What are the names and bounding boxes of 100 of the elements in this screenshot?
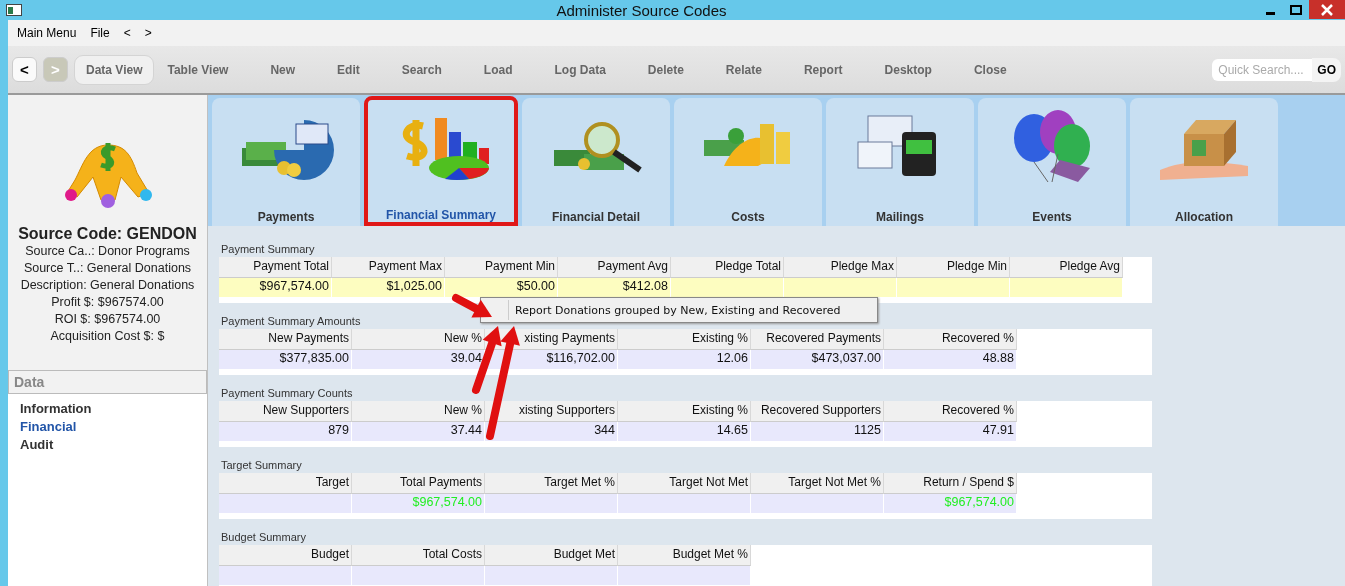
table-cell: 48.88 <box>884 350 1017 369</box>
column-header: Recovered Payments <box>751 329 884 350</box>
window-title: Administer Source Codes <box>555 1 728 19</box>
tab-label: Mailings <box>876 210 924 224</box>
column-header: New Payments <box>219 329 352 350</box>
table-cell: $967,574.00 <box>352 494 485 513</box>
column-header: Return / Spend $ <box>884 473 1017 494</box>
table-cell: $412.08 <box>558 278 671 297</box>
maximize-icon <box>1290 4 1302 15</box>
column-header: Payment Total <box>219 257 332 278</box>
close-button[interactable] <box>1309 0 1345 19</box>
toolbar-button[interactable]: New <box>259 54 307 85</box>
column-header: Payment Min <box>445 257 558 278</box>
detail-text: Source T..: General Donations <box>23 260 192 277</box>
table-cell: 14.65 <box>618 422 751 441</box>
column-header: Total Costs <box>352 545 485 566</box>
tab[interactable]: Payments <box>212 98 360 226</box>
column-header: New % <box>352 401 485 422</box>
section-title: Payment Summary Amounts <box>220 315 362 329</box>
column-header: Pledge Max <box>784 257 897 278</box>
column-header: Budget <box>219 545 352 566</box>
detail-text: Source Ca..: Donor Programs <box>25 243 190 260</box>
table-cell: $473,037.00 <box>751 350 884 369</box>
column-header: New % <box>352 329 485 350</box>
table-cell: 37.44 <box>352 422 485 441</box>
toolbar-button[interactable]: Delete <box>636 54 695 85</box>
table-cell: 39.04 <box>352 350 485 369</box>
source-code-title: Source Code: GENDON <box>18 225 197 243</box>
section-header: Data <box>8 370 207 394</box>
table-cell: $1,025.00 <box>332 278 445 297</box>
detail-text: ROI $: $967574.00 <box>54 311 161 328</box>
menu-item[interactable]: > <box>139 26 157 40</box>
column-header: xisting Supporters <box>485 401 618 422</box>
window-icon <box>6 4 22 16</box>
column-header: Budget Met % <box>618 545 751 566</box>
tab-label: Financial Detail <box>552 210 640 224</box>
section-title: Payment Summary Counts <box>220 387 354 401</box>
column-header: Pledge Total <box>671 257 784 278</box>
nav-button[interactable]: < <box>12 57 37 82</box>
section-title: Payment Summary <box>220 243 316 257</box>
toolbar-button[interactable]: Edit <box>326 54 371 85</box>
column-header: Target Not Met <box>618 473 751 494</box>
table-cell: $50.00 <box>445 278 558 297</box>
sidebar-item[interactable]: Audit <box>20 436 54 454</box>
detail-text: Profit $: $967574.00 <box>51 294 164 311</box>
table-cell: $377,835.00 <box>219 350 352 369</box>
column-header: Pledge Avg <box>1010 257 1123 278</box>
go-button[interactable]: GO <box>1312 57 1341 82</box>
sidebar-item[interactable]: Information <box>20 400 92 418</box>
toolbar-button[interactable]: Log Data <box>543 54 617 85</box>
column-header: Pledge Min <box>897 257 1010 278</box>
detail-text: Acquisition Cost $: $ <box>50 328 165 345</box>
section-title: Target Summary <box>220 459 303 473</box>
toolbar-button[interactable]: Report <box>792 54 854 85</box>
toolbar-button[interactable]: Search <box>390 54 453 85</box>
sidebar-item[interactable]: Financial <box>20 418 77 436</box>
menu-item[interactable]: File <box>85 26 115 40</box>
close-icon <box>1321 3 1333 16</box>
table-cell: 47.91 <box>884 422 1017 441</box>
column-header: Existing % <box>618 401 751 422</box>
detail-text: Description: General Donations <box>20 277 195 294</box>
table-cell: $967,574.00 <box>219 278 332 297</box>
search-field[interactable]: Quick Search.... <box>1212 58 1313 81</box>
column-header: Target Met % <box>485 473 618 494</box>
toolbar-button[interactable]: Load <box>472 54 524 85</box>
table-cell: 879 <box>219 422 352 441</box>
column-header: Recovered Supporters <box>751 401 884 422</box>
column-header: Budget Met <box>485 545 618 566</box>
table-cell: $967,574.00 <box>884 494 1017 513</box>
tab[interactable]: Allocation <box>1130 98 1278 226</box>
tab-label: Payments <box>257 210 315 224</box>
menu-item[interactable]: Main Menu <box>12 26 82 40</box>
toolbar-button[interactable]: Table View <box>156 54 240 85</box>
column-header: Target <box>219 473 352 494</box>
tab-label: Costs <box>731 210 765 224</box>
table-cell: 344 <box>485 422 618 441</box>
menu-item[interactable]: < <box>118 26 136 40</box>
table-cell: 12.06 <box>618 350 751 369</box>
tab[interactable]: Costs <box>674 98 822 226</box>
column-header: Payment Avg <box>558 257 671 278</box>
toolbar-button[interactable]: Data View <box>74 54 155 85</box>
column-header: New Supporters <box>219 401 352 422</box>
tab[interactable]: Financial Detail <box>522 98 670 226</box>
column-header: Recovered % <box>884 401 1017 422</box>
column-header: Total Payments <box>352 473 485 494</box>
tooltip-text: Report Donations grouped by New, Existing and Recovered <box>515 303 841 317</box>
toolbar-button[interactable]: Close <box>962 54 1018 85</box>
table-cell: 1125 <box>751 422 884 441</box>
section-title: Budget Summary <box>220 531 307 545</box>
column-header: Target Not Met % <box>751 473 884 494</box>
tab-label: Allocation <box>1175 210 1233 224</box>
tab-label: Financial Summary <box>385 208 496 222</box>
column-header: Recovered % <box>884 329 1017 350</box>
tab[interactable]: Financial Summary <box>364 96 518 226</box>
tab[interactable]: Mailings <box>826 98 974 226</box>
column-header: Existing % <box>618 329 751 350</box>
toolbar-button[interactable]: Desktop <box>873 54 943 85</box>
tab[interactable]: Events <box>978 98 1126 226</box>
minimize-icon <box>1265 12 1275 15</box>
toolbar-button[interactable]: Relate <box>714 54 773 85</box>
